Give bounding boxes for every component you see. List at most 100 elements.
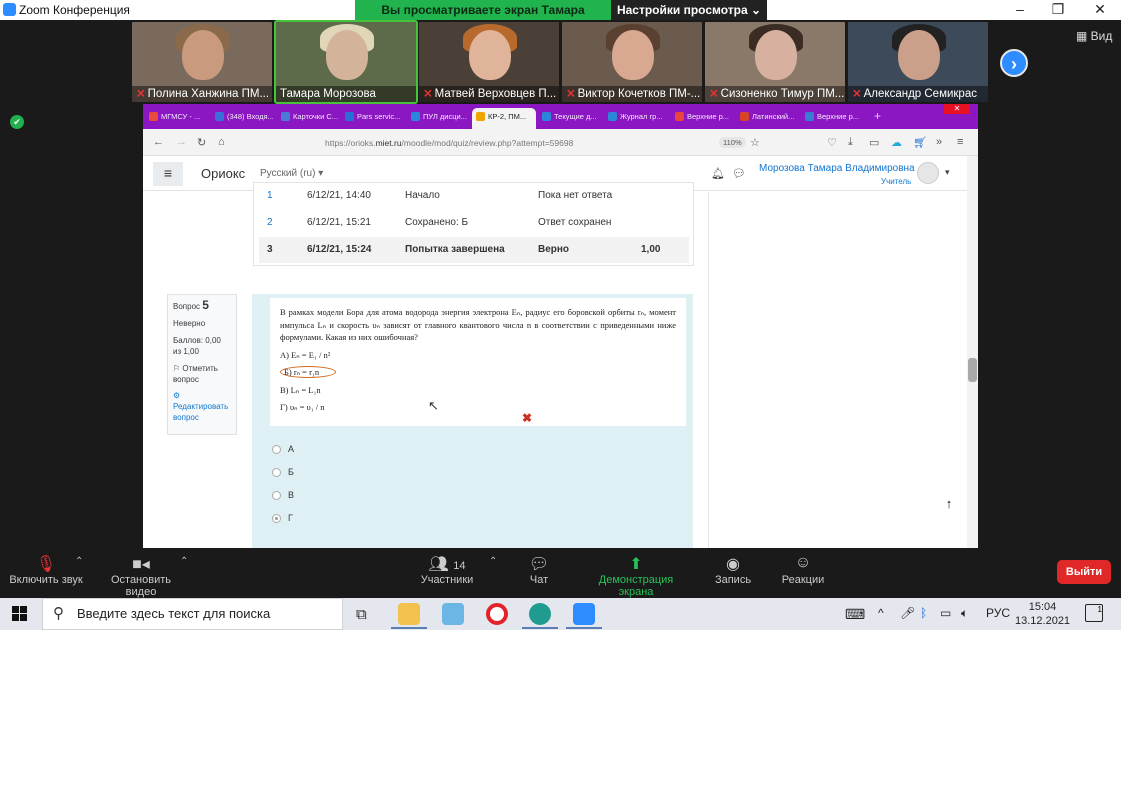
browser-tab[interactable]: МГМСУ - ... <box>145 108 207 129</box>
microphone-icon[interactable]: 🎤︎ <box>900 606 915 620</box>
share-screen-button[interactable]: ⬆ Демонстрация экрана <box>580 554 692 598</box>
zoom-toolbar: 🎙︎ Включить звук ⌃ ■◂ Остановить видео ⌃ 👥… <box>0 548 1121 598</box>
answer-option-selected[interactable]: Г <box>272 513 372 527</box>
radio-button[interactable] <box>272 491 281 500</box>
question-text-block: В рамках модели Бора для атома водорода … <box>270 298 686 426</box>
opera-icon[interactable] <box>486 603 508 625</box>
sidebar-icon[interactable]: ▭ <box>869 136 879 149</box>
edit-question-link[interactable]: Редактировать вопрос <box>173 401 231 423</box>
browser-tab[interactable]: Верхние р... <box>671 108 733 129</box>
app-icon[interactable] <box>442 603 464 625</box>
stop-video-button[interactable]: ■◂ Остановить видео <box>95 554 187 598</box>
browser-tab[interactable]: Латинский... <box>736 108 798 129</box>
radio-button[interactable] <box>272 468 281 477</box>
browser-tab[interactable]: ПУЛ дисци... <box>407 108 469 129</box>
chevron-up-icon[interactable]: ⌃ <box>489 556 497 567</box>
chevron-down-icon[interactable]: ▾ <box>945 167 950 178</box>
taskbar-search-input[interactable]: ⚲ Введите здесь текст для поиска <box>42 598 343 630</box>
browser-tab[interactable]: Карточки С... <box>277 108 339 129</box>
bluetooth-icon[interactable]: ᛒ <box>920 606 927 620</box>
chevron-up-icon[interactable]: ^ <box>878 606 884 620</box>
record-button[interactable]: ◉ Запись <box>714 554 752 586</box>
notifications-icon[interactable]: 1 <box>1085 604 1103 622</box>
leave-button[interactable]: Выйти <box>1057 560 1111 584</box>
zoom-app-icon[interactable] <box>573 603 595 625</box>
browser-tab[interactable]: Текущие д... <box>538 108 600 129</box>
next-page-button[interactable]: › <box>1000 49 1028 77</box>
scrollbar-thumb[interactable] <box>968 358 977 382</box>
bookmark-star-icon[interactable]: ☆ <box>750 136 760 149</box>
back-icon[interactable]: ← <box>153 136 164 148</box>
answer-option[interactable]: В <box>272 490 372 504</box>
browser-close-icon[interactable]: ✕ <box>944 104 970 114</box>
search-placeholder: Введите здесь текст для поиска <box>77 606 271 621</box>
new-tab-icon[interactable]: + <box>874 109 881 123</box>
participant-tile[interactable]: ⨯ Виктор Кочетков ПМ-... <box>562 22 702 102</box>
keyboard-icon[interactable]: ⌨ <box>845 606 865 623</box>
participant-tile[interactable]: ⨯ Матвей Верховцев П... <box>419 22 559 102</box>
language-menu[interactable]: Русский (ru) ▾ <box>260 168 323 179</box>
forward-icon[interactable]: → <box>176 136 187 148</box>
participant-tile[interactable]: ⨯ Сизоненко Тимур ПМ... <box>705 22 845 102</box>
reload-icon[interactable]: ↻ <box>197 136 206 149</box>
participant-tile[interactable]: ⨯ Полина Ханжина ПМ... <box>132 22 272 102</box>
nav-drawer-button[interactable]: ≡ <box>153 162 183 186</box>
radio-button[interactable] <box>272 445 281 454</box>
browser-tab[interactable]: Pars servic... <box>341 108 403 129</box>
address-bar[interactable]: https://orioks.miet.ru/moodle/mod/quiz/r… <box>293 135 763 151</box>
browser-tab[interactable]: (348) Входя... <box>211 108 273 129</box>
file-explorer-icon[interactable] <box>398 603 420 625</box>
radio-button-checked[interactable] <box>272 514 281 523</box>
home-icon[interactable]: ⌂ <box>218 136 225 148</box>
edge-icon[interactable] <box>529 603 551 625</box>
right-column-divider <box>708 192 709 548</box>
pocket-icon[interactable]: ♡ <box>827 136 837 149</box>
video-camera-icon: ■◂ <box>132 556 150 573</box>
cloud-icon[interactable]: ☁ <box>891 136 902 149</box>
participants-button[interactable]: 👥︎ 14 Участники <box>420 554 474 586</box>
answer-option[interactable]: А <box>272 444 372 458</box>
menu-icon[interactable]: ≡ <box>957 136 963 148</box>
volume-icon[interactable]: 🔈︎ <box>961 606 968 621</box>
battery-icon[interactable]: ▭ <box>940 606 951 620</box>
table-row: 3 6/12/21, 15:24 Попытка завершена Верно… <box>259 237 689 263</box>
back-to-top-button[interactable]: ↑ <box>935 490 963 518</box>
security-shield-icon[interactable]: ✔ <box>10 115 24 129</box>
site-brand[interactable]: Ориокс <box>201 166 245 181</box>
chevron-up-icon[interactable]: ⌃ <box>75 556 83 567</box>
gear-icon[interactable]: ⚙ <box>173 390 231 401</box>
close-icon[interactable]: ✕ <box>1090 1 1110 18</box>
task-view-icon[interactable]: ⧉ <box>356 606 367 623</box>
chevron-up-icon[interactable]: ⌃ <box>180 556 188 567</box>
minimize-icon[interactable]: – <box>1010 1 1030 17</box>
scrollbar[interactable] <box>967 156 978 548</box>
windows-start-icon[interactable] <box>12 606 28 622</box>
downloads-icon[interactable]: ⤓ <box>848 136 853 149</box>
answer-option[interactable]: Б <box>272 467 372 481</box>
chat-button[interactable]: 💬︎ Чат <box>526 554 552 586</box>
participant-tile-active[interactable]: Тамара Морозова <box>274 20 418 104</box>
flag-question-link[interactable]: ⚐ Отметить вопрос <box>173 363 231 385</box>
browser-tab-active[interactable]: КР-2, ПМ... <box>472 108 536 129</box>
cart-icon[interactable]: 🛒︎ <box>913 136 927 149</box>
view-button[interactable]: ▦ Вид <box>1076 29 1112 43</box>
messages-icon[interactable]: 💬︎ <box>732 167 746 180</box>
participant-name: Тамара Морозова <box>280 88 376 100</box>
overflow-icon[interactable]: » <box>936 136 942 148</box>
browser-tab[interactable]: Верхние р... <box>801 108 863 129</box>
view-settings-button[interactable]: Настройки просмотра ⌄ <box>611 0 767 20</box>
unmute-button[interactable]: 🎙︎ Включить звук <box>8 554 84 586</box>
view-label: Вид <box>1090 29 1113 43</box>
input-language[interactable]: РУС <box>986 606 1010 620</box>
reactions-button[interactable]: ☺ Реакции <box>780 554 826 586</box>
user-name[interactable]: Морозова Тамара Владимировна <box>759 163 915 174</box>
avatar[interactable] <box>917 162 939 184</box>
browser-tab[interactable]: Журнал гр... <box>604 108 666 129</box>
bell-icon[interactable]: 🔔︎ <box>711 167 725 180</box>
participant-tile[interactable]: ⨯ Александр Семикрас <box>848 22 988 102</box>
maximize-icon[interactable]: ❐ <box>1048 1 1068 18</box>
clock-date: 13.12.2021 <box>1015 615 1071 627</box>
question-number: Вопрос 5 <box>173 298 209 312</box>
zoom-level-badge[interactable]: 110% <box>719 137 746 148</box>
taskbar-clock[interactable]: 15:04 13.12.2021 <box>1015 600 1070 628</box>
